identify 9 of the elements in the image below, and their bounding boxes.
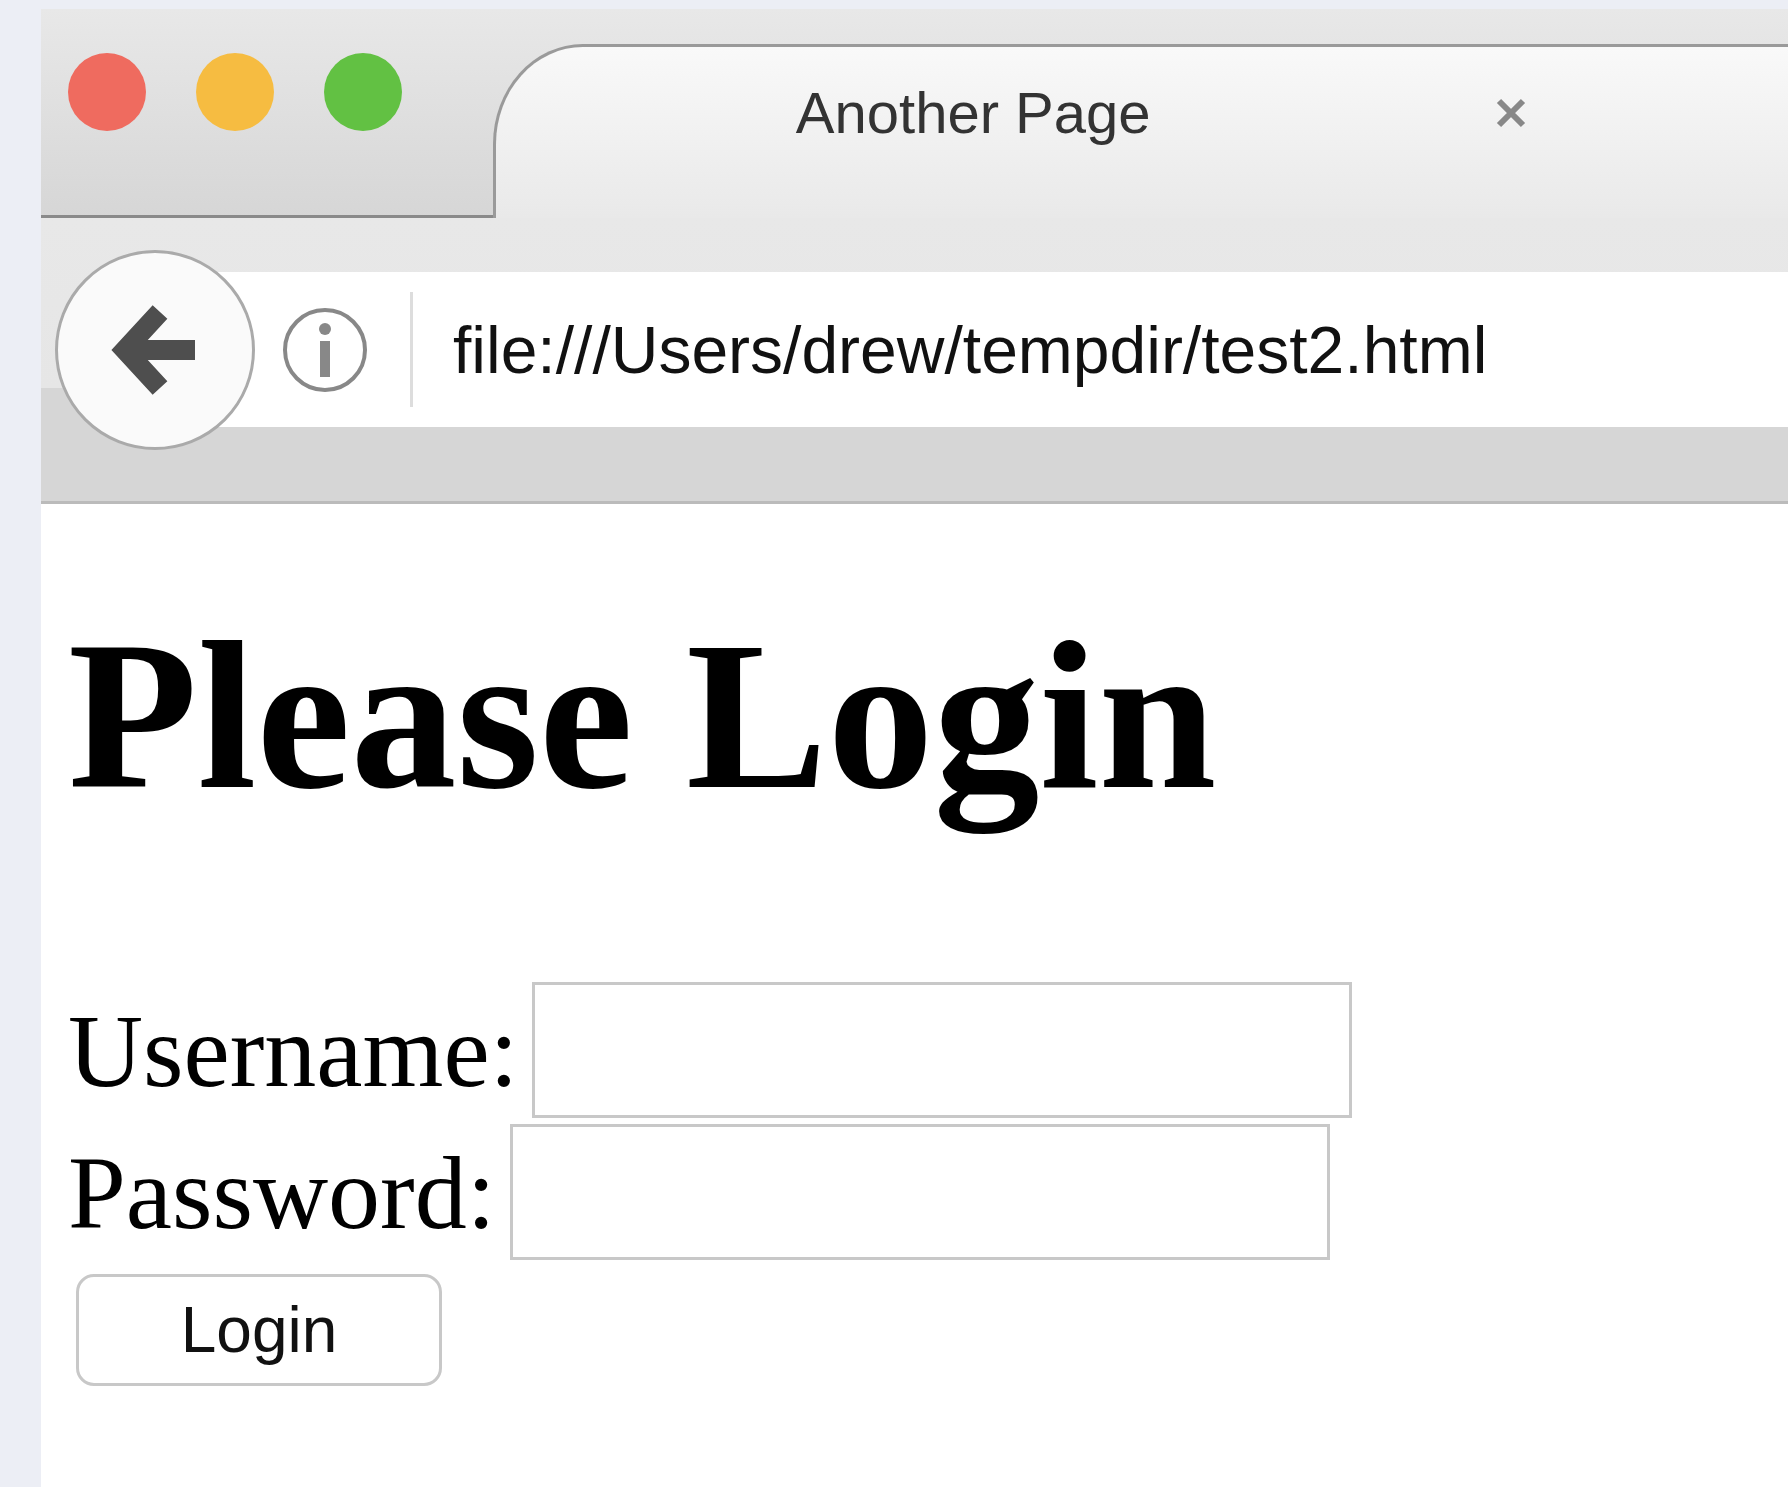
- browser-tab[interactable]: Another Page: [492, 44, 1788, 218]
- field-label: Username:: [68, 991, 519, 1110]
- input-field[interactable]: [532, 982, 1353, 1119]
- url-text: file:///Users/drew/tempdir/test2.html: [453, 311, 1488, 388]
- field-label: Password:: [68, 1133, 496, 1252]
- input-field[interactable]: [509, 1124, 1330, 1261]
- page-heading: Please Login: [68, 599, 1218, 833]
- login-button[interactable]: Login: [76, 1274, 442, 1387]
- tab-title: Another Page: [795, 79, 1151, 146]
